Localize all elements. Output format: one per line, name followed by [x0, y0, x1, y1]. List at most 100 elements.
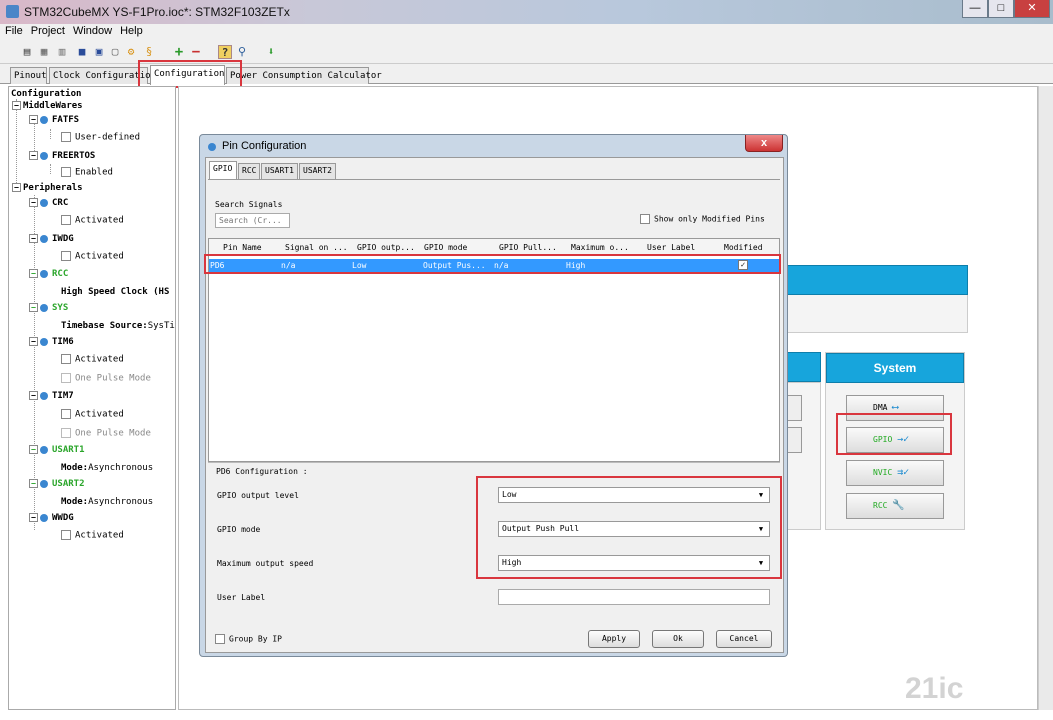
nvic-button[interactable]: NVIC ⇉✓ [846, 460, 944, 486]
tree-usart2[interactable]: − USART2 [29, 479, 85, 489]
tim6-icon [40, 337, 48, 346]
checkbox[interactable] [61, 409, 71, 419]
cancel-button[interactable]: Cancel [716, 630, 772, 648]
show-modified-checkbox[interactable]: Show only Modified Pins [640, 214, 765, 224]
checkbox[interactable] [61, 215, 71, 225]
tree-middlewares[interactable]: − MiddleWares [12, 101, 83, 111]
tree-sys-option[interactable]: Timebase Source:SysTi [61, 321, 175, 331]
checkbox[interactable] [61, 354, 71, 364]
menu-file[interactable]: File [0, 24, 26, 37]
tree-crc-option[interactable]: Activated [61, 215, 124, 226]
tree-wwdg[interactable]: − WWDG [29, 513, 74, 523]
report-icon[interactable]: § [142, 45, 156, 59]
freertos-icon [40, 151, 48, 160]
help-icon[interactable]: ? [218, 45, 232, 59]
checkbox[interactable] [61, 530, 71, 540]
tree-iwdg-option[interactable]: Activated [61, 251, 124, 262]
tree-tim6-option-one-pulse: One Pulse Mode [61, 373, 151, 384]
save-as-icon[interactable]: ▣ [92, 45, 106, 59]
col-pin-name[interactable]: Pin Name [223, 243, 262, 252]
highlight-pd6-row [204, 254, 781, 274]
remove-icon[interactable]: − [189, 45, 203, 59]
generate-code-icon[interactable]: ⚙ [124, 45, 138, 59]
tree-freertos-option[interactable]: Enabled [61, 167, 113, 178]
tree-root: Configuration [11, 89, 82, 99]
dialog-tab-gpio[interactable]: GPIO [209, 161, 237, 179]
tree-crc[interactable]: − CRC [29, 198, 68, 208]
tree-freertos[interactable]: − FREERTOS [29, 151, 95, 161]
checkbox [61, 428, 71, 438]
search-signals-label: Search Signals [215, 200, 283, 209]
checkbox[interactable] [215, 634, 225, 644]
dialog-tab-rcc[interactable]: RCC [238, 163, 260, 179]
dma-icon: ⟷ [892, 402, 899, 413]
col-signal[interactable]: Signal on ... [285, 243, 347, 252]
maximize-button[interactable]: □ [988, 0, 1014, 18]
menu-bar: File Project Window Help [0, 24, 1053, 41]
menu-project[interactable]: Project [26, 24, 68, 37]
tree-tim7-option-activated[interactable]: Activated [61, 409, 124, 420]
tree-tim6[interactable]: − TIM6 [29, 337, 74, 347]
save-icon[interactable]: ■ [75, 45, 89, 59]
tree-usart1-option[interactable]: Mode:Asynchronous [61, 463, 153, 473]
checkbox[interactable] [61, 251, 71, 261]
rcc-button[interactable]: RCC 🔧 [846, 493, 944, 519]
fatfs-icon [40, 115, 48, 124]
menu-help[interactable]: Help [115, 24, 146, 37]
group-by-ip-checkbox[interactable]: Group By IP [215, 634, 282, 644]
tree-peripherals[interactable]: − Peripherals [12, 183, 83, 193]
tree-usart1[interactable]: − USART1 [29, 445, 85, 455]
highlight-config-fields [476, 476, 782, 579]
menu-window[interactable]: Window [68, 24, 115, 37]
dialog-title: Pin Configuration [222, 140, 307, 152]
close-window-button[interactable]: ✕ [1014, 0, 1050, 18]
checkbox[interactable] [61, 167, 71, 177]
rcc-wrench-icon: 🔧 [892, 500, 905, 511]
tree-wwdg-option[interactable]: Activated [61, 530, 124, 541]
copy-icon[interactable]: ▥ [55, 45, 69, 59]
tree-fatfs[interactable]: − FATFS [29, 115, 79, 125]
col-modified[interactable]: Modified [724, 243, 774, 252]
dialog-tab-usart1[interactable]: USART1 [261, 163, 298, 179]
tab-pinout[interactable]: Pinout [10, 67, 47, 84]
iwdg-icon [40, 234, 48, 243]
tim7-icon [40, 391, 48, 400]
dialog-close-button[interactable]: x [745, 135, 783, 152]
tree-iwdg[interactable]: − IWDG [29, 234, 74, 244]
tree-sys[interactable]: − SYS [29, 303, 68, 313]
col-gpio-mode[interactable]: GPIO mode [424, 243, 486, 252]
tree-rcc-option[interactable]: High Speed Clock (HS [61, 287, 169, 297]
new-project-icon[interactable]: ▤ [20, 45, 34, 59]
checkbox[interactable] [640, 214, 650, 224]
tree-rcc[interactable]: − RCC [29, 269, 68, 279]
ok-button[interactable]: Ok [652, 630, 704, 648]
col-gpio-output[interactable]: GPIO outp... [357, 243, 419, 252]
dialog-tab-usart2[interactable]: USART2 [299, 163, 336, 179]
search-icon[interactable]: ⚲ [235, 45, 249, 59]
gpio-mode-label: GPIO mode [217, 525, 261, 534]
tree-tim6-option-activated[interactable]: Activated [61, 354, 124, 365]
apply-button[interactable]: Apply [588, 630, 640, 648]
tree-fatfs-option[interactable]: User-defined [61, 132, 140, 143]
download-icon[interactable]: ⬇ [264, 45, 278, 59]
window-titlebar: STM32CubeMX YS-F1Pro.ioc*: STM32F103ZETx… [0, 0, 1053, 24]
col-user-label[interactable]: User Label [647, 243, 709, 252]
checkbox[interactable] [61, 132, 71, 142]
search-input[interactable] [215, 213, 290, 228]
highlight-gpio-button [836, 413, 952, 455]
col-max-speed[interactable]: Maximum o... [571, 243, 633, 252]
tree-tim7[interactable]: − TIM7 [29, 391, 74, 401]
user-label-label: User Label [217, 593, 266, 602]
close-project-icon[interactable]: ▢ [108, 45, 122, 59]
tab-power-consumption[interactable]: Power Consumption Calculator [226, 67, 382, 84]
usart1-icon [40, 445, 48, 454]
tree-usart2-option[interactable]: Mode:Asynchronous [61, 497, 153, 507]
minimize-button[interactable]: — [962, 0, 988, 18]
user-label-input[interactable] [498, 589, 770, 605]
tab-clock-configuration[interactable]: Clock Configuration [49, 67, 156, 84]
control-category-header [785, 352, 821, 382]
vertical-scrollbar[interactable] [1038, 86, 1053, 710]
col-gpio-pull[interactable]: GPIO Pull... [499, 243, 561, 252]
add-icon[interactable]: + [172, 45, 186, 59]
open-icon[interactable]: ▦ [37, 45, 51, 59]
